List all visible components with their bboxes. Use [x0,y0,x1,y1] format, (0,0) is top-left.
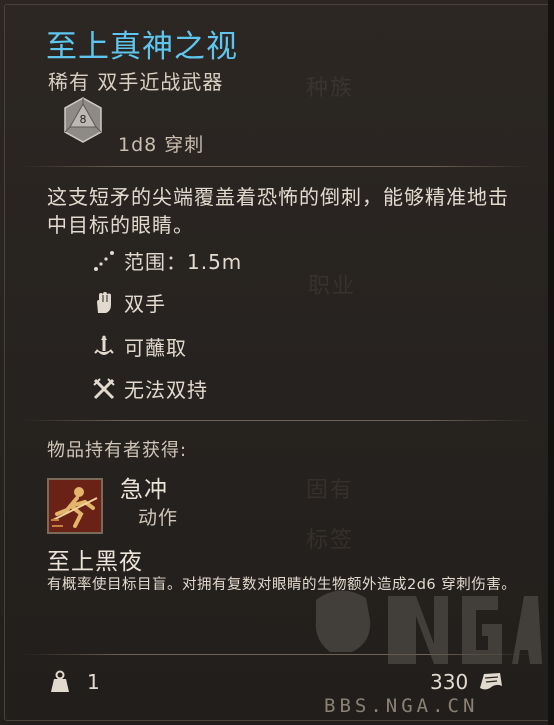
nga-watermark-logo [312,580,542,680]
damage-value: 1d8 穿刺 [118,134,205,156]
dash-action-icon[interactable] [47,478,103,534]
die-value: 8 [80,113,87,126]
action-name: 急冲 [120,477,168,503]
passive-name: 至上黑夜 [47,549,143,575]
item-rarity-type: 稀有 双手近战武器 [48,70,224,94]
property-dippable: 可蘸取 [92,332,392,362]
d8-die-icon: 8 [62,96,104,144]
watermark-url: BBS.NGA.CN [324,695,479,717]
panel-edge [548,0,554,725]
property-label: 双手 [124,292,166,316]
damage-row: 8 1d8 穿刺 [60,96,540,160]
two-handed-icon [92,291,116,315]
weight-icon [50,670,70,694]
no-dual-wield-icon [92,377,116,401]
property-range: 范围：1.5m [92,246,392,276]
item-weight: 1 [87,670,100,694]
property-label: 范围：1.5m [124,250,243,274]
item-description: 这支短矛的尖端覆盖着恐怖的倒刺，能够精准地击中目标的眼睛。 [47,185,509,237]
property-no-dual-wield: 无法双持 [92,374,392,404]
property-label: 可蘸取 [124,336,187,360]
property-two-handed: 双手 [92,288,392,318]
item-name: 至上真神之视 [46,29,238,65]
holder-gains-label: 物品持有者获得: [47,440,188,461]
divider [22,420,532,421]
action-type: 动作 [138,507,179,529]
item-tooltip: 种族 职业 固有 标签 至上真神之视 稀有 双手近战武器 8 1d8 穿刺 这支… [0,0,554,725]
property-label: 无法双持 [124,378,208,402]
dippable-icon [92,335,116,359]
divider [22,166,532,167]
range-icon [92,249,116,273]
